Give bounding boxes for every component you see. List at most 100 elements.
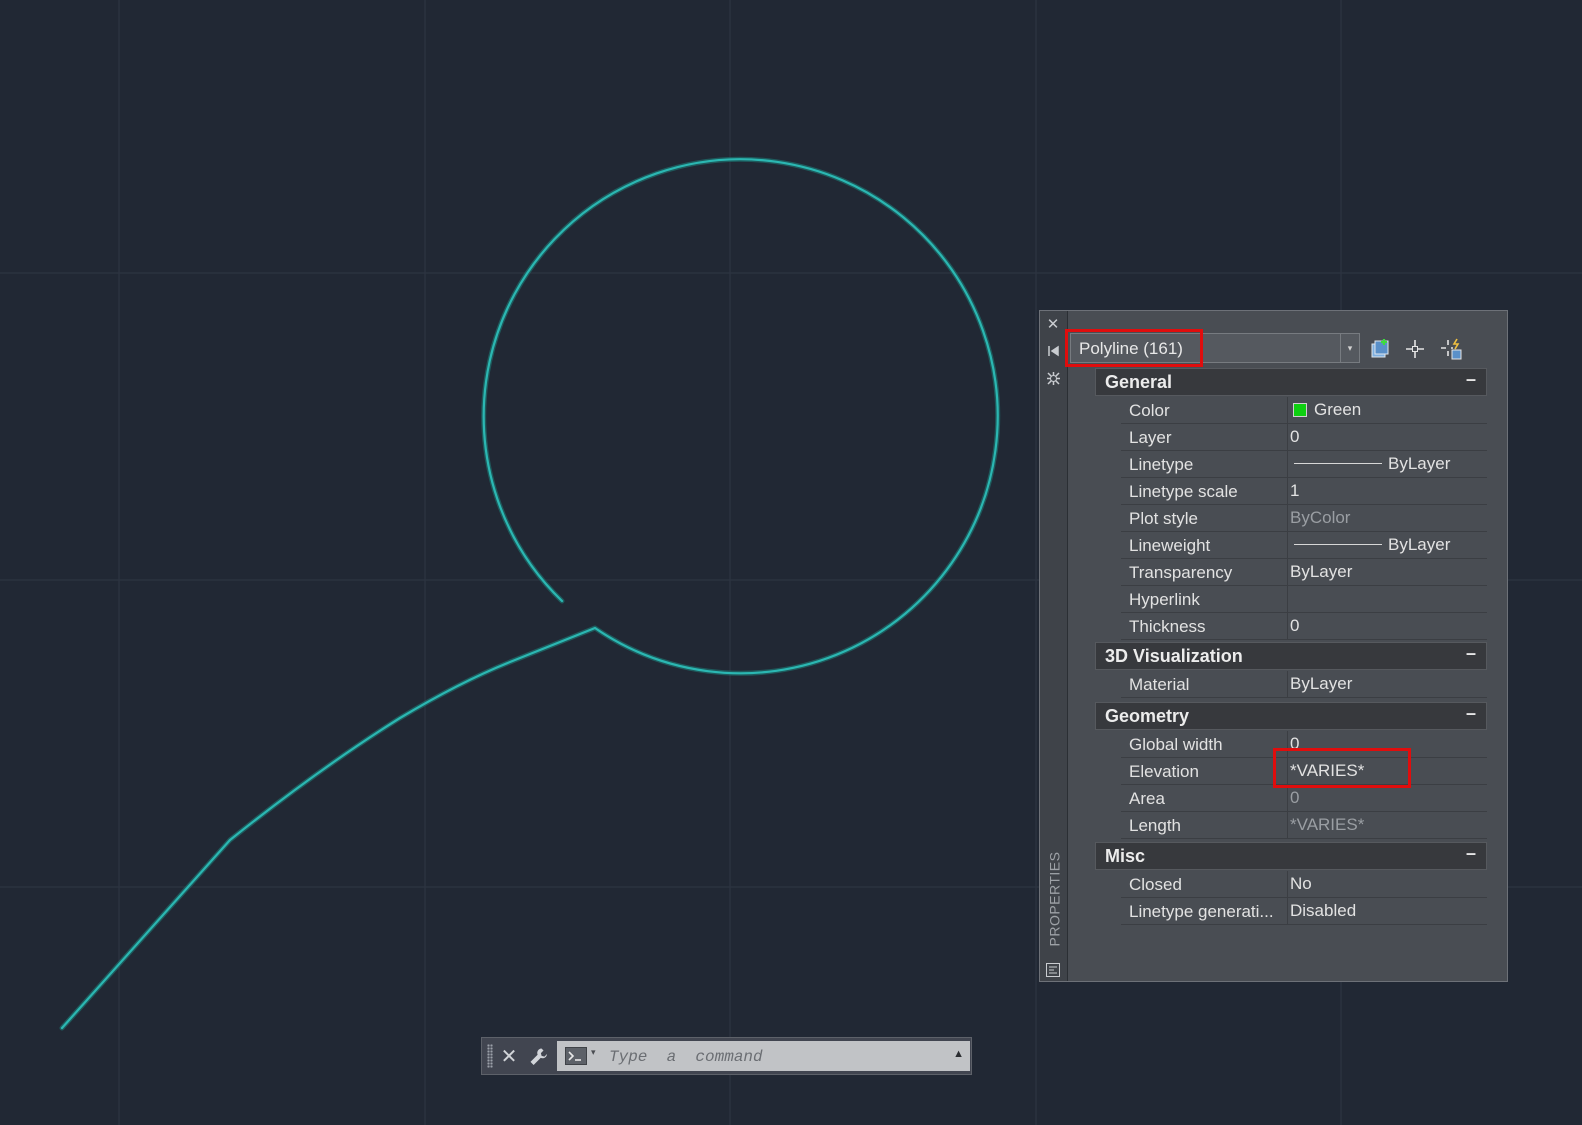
property-row-linetype-scale[interactable]: Linetype scale 1 [1121, 478, 1487, 505]
section-header-general[interactable]: General – [1095, 368, 1487, 396]
collapse-icon[interactable]: – [1466, 703, 1476, 724]
property-row-thickness[interactable]: Thickness 0 [1121, 613, 1487, 640]
property-value: ByLayer [1290, 562, 1353, 581]
property-name: Linetype generati... [1129, 902, 1274, 921]
property-row-length[interactable]: Length *VARIES* [1121, 812, 1487, 839]
palette-title: PROPERTIES [1046, 851, 1062, 947]
property-name: Transparency [1129, 563, 1233, 582]
property-value-cell[interactable]: 0 [1287, 424, 1488, 450]
property-value-cell[interactable]: 0 [1287, 613, 1488, 639]
property-value: ByLayer [1388, 535, 1451, 554]
property-row-material[interactable]: Material ByLayer [1121, 671, 1487, 698]
property-name: Global width [1129, 735, 1223, 754]
command-prompt-icon[interactable] [565, 1047, 587, 1065]
command-input[interactable] [607, 1045, 941, 1069]
property-value-cell[interactable]: 1 [1287, 478, 1488, 504]
property-value-cell[interactable]: 0 [1287, 731, 1488, 757]
property-row-linetype[interactable]: Linetype ByLayer [1121, 451, 1487, 478]
section-title: Geometry [1105, 706, 1190, 726]
collapse-icon[interactable]: – [1466, 843, 1476, 864]
section-header-geometry[interactable]: Geometry – [1095, 702, 1487, 730]
section-header-misc[interactable]: Misc – [1095, 842, 1487, 870]
properties-palette[interactable]: ✕ PROPERTIES Polyline (161) ▾ General – Co… [1039, 310, 1508, 982]
property-row-color[interactable]: Color Green [1121, 397, 1487, 424]
property-name: Area [1129, 789, 1165, 808]
property-name: Thickness [1129, 617, 1206, 636]
auto-hide-icon[interactable] [1044, 342, 1062, 360]
section-title: 3D Visualization [1105, 646, 1243, 666]
property-row-elevation[interactable]: Elevation *VARIES* [1121, 758, 1487, 785]
property-name: Color [1129, 401, 1170, 420]
select-objects-icon[interactable] [1403, 337, 1427, 361]
property-row-plot-style[interactable]: Plot style ByColor [1121, 505, 1487, 532]
property-name: Elevation [1129, 762, 1199, 781]
chevron-down-icon[interactable]: ▾ [591, 1047, 596, 1058]
property-value: 0 [1290, 616, 1300, 635]
property-value-cell[interactable]: ByLayer [1287, 532, 1488, 558]
property-row-transparency[interactable]: Transparency ByLayer [1121, 559, 1487, 586]
property-value-cell[interactable]: ByLayer [1287, 451, 1488, 477]
property-row-layer[interactable]: Layer 0 [1121, 424, 1487, 451]
property-value: 0 [1290, 788, 1300, 807]
color-swatch [1293, 403, 1307, 417]
linetype-sample [1294, 463, 1382, 464]
history-up-icon[interactable]: ▲ [953, 1048, 964, 1060]
property-value-cell[interactable]: ByColor [1287, 505, 1488, 531]
property-row-global-width[interactable]: Global width 0 [1121, 731, 1487, 758]
section-title: General [1105, 372, 1173, 392]
property-name: Plot style [1129, 509, 1198, 528]
property-value: 0 [1290, 427, 1300, 446]
collapse-icon[interactable]: – [1466, 369, 1476, 390]
property-value: ByLayer [1290, 674, 1353, 693]
close-icon[interactable]: ✕ [498, 1043, 520, 1069]
property-row-linetype-generati[interactable]: Linetype generati... Disabled [1121, 898, 1487, 925]
property-name: Lineweight [1129, 536, 1211, 555]
property-value: Green [1314, 400, 1362, 419]
property-value-cell[interactable]: *VARIES* [1287, 812, 1488, 838]
property-row-hyperlink[interactable]: Hyperlink [1121, 586, 1487, 613]
property-name: Linetype scale [1129, 482, 1238, 501]
property-value: ByColor [1290, 508, 1351, 527]
property-name: Linetype [1129, 455, 1194, 474]
property-value-cell[interactable]: ByLayer [1287, 559, 1488, 585]
property-value: 0 [1290, 734, 1300, 753]
property-row-lineweight[interactable]: Lineweight ByLayer [1121, 532, 1487, 559]
chevron-down-icon[interactable]: ▾ [1340, 334, 1359, 362]
property-value: ByLayer [1388, 454, 1451, 473]
property-value-cell[interactable] [1287, 586, 1488, 612]
wrench-icon[interactable] [527, 1045, 551, 1069]
object-type-dropdown[interactable]: Polyline (161) ▾ [1070, 333, 1360, 363]
property-value-cell[interactable]: *VARIES* [1287, 758, 1488, 784]
polyline[interactable] [60, 158, 999, 1030]
section-header-3d-visualization[interactable]: 3D Visualization – [1095, 642, 1487, 670]
collapse-icon[interactable]: – [1466, 643, 1476, 664]
property-value: Disabled [1290, 901, 1357, 920]
property-value: 1 [1290, 481, 1300, 500]
object-type-value: Polyline (161) [1079, 339, 1183, 358]
property-value-cell[interactable]: 0 [1287, 785, 1488, 811]
grip-handle[interactable] [487, 1044, 493, 1068]
property-name: Closed [1129, 875, 1182, 894]
property-value-cell[interactable]: Disabled [1287, 898, 1488, 924]
polyline-glow [59, 156, 1001, 1031]
properties-palette-icon[interactable] [1044, 961, 1062, 979]
property-row-closed[interactable]: Closed No [1121, 871, 1487, 898]
command-input-box[interactable]: ▾ ▲ [557, 1041, 970, 1071]
quick-select-icon[interactable] [1369, 337, 1393, 361]
linetype-sample [1294, 544, 1382, 545]
property-name: Hyperlink [1129, 590, 1200, 609]
property-name: Layer [1129, 428, 1172, 447]
palette-settings-icon[interactable] [1044, 369, 1062, 387]
property-value: *VARIES* [1290, 761, 1365, 780]
property-value-cell[interactable]: No [1287, 871, 1488, 897]
property-name: Material [1129, 675, 1190, 694]
command-line[interactable]: ✕ ▾ ▲ [481, 1037, 972, 1075]
palette-title-strip[interactable]: ✕ PROPERTIES [1040, 311, 1068, 981]
property-value-cell[interactable]: ByLayer [1287, 671, 1488, 697]
toggle-pickadd-icon[interactable] [1439, 337, 1463, 361]
selection-row: Polyline (161) ▾ [1065, 329, 1487, 367]
close-icon[interactable]: ✕ [1044, 315, 1062, 333]
property-value: *VARIES* [1290, 815, 1365, 834]
property-value-cell[interactable]: Green [1287, 397, 1488, 423]
property-row-area[interactable]: Area 0 [1121, 785, 1487, 812]
